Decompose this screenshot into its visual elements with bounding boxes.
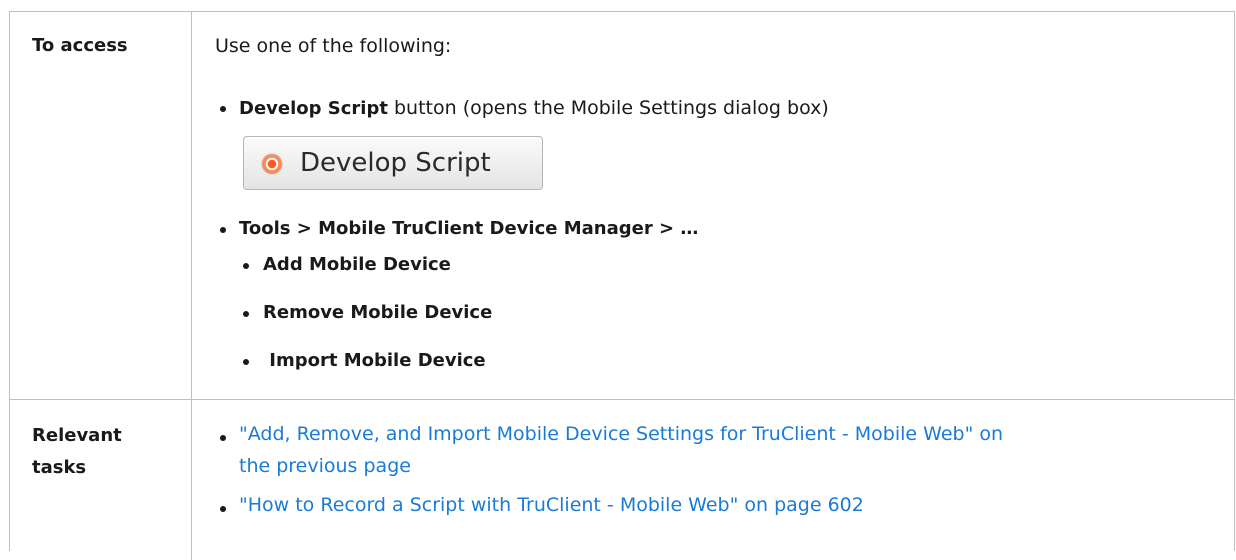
tools-menu-path: Tools > Mobile TruClient Device Manager … — [239, 218, 699, 239]
bullet — [243, 263, 249, 269]
access-intro: Use one of the following: — [215, 35, 452, 57]
subitem-remove-mobile-device: Remove Mobile Device — [263, 302, 493, 323]
header-to-access: To access — [32, 35, 128, 56]
row-relevant-tasks: Relevant tasks "Add, Remove, and Import … — [10, 400, 1234, 560]
bullet — [220, 435, 226, 441]
link-how-to-record[interactable]: "How to Record a Script with TruClient -… — [239, 492, 864, 518]
info-table: To access Use one of the following: Deve… — [9, 11, 1235, 560]
develop-script-item: Develop Script button (opens the Mobile … — [239, 95, 829, 122]
header-cell-relevant: Relevant tasks — [10, 400, 192, 560]
develop-script-bold: Develop Script — [239, 98, 388, 119]
bullet — [220, 506, 226, 512]
bullet — [243, 359, 249, 365]
bullet — [220, 106, 226, 112]
link-add-remove-import-cont[interactable]: the previous page — [239, 453, 411, 479]
subitem-add-mobile-device: Add Mobile Device — [263, 254, 451, 275]
develop-script-desc: button (opens the Mobile Settings dialog… — [387, 97, 829, 119]
header-relevant: Relevant — [32, 425, 122, 446]
subitem-import-mobile-device: Import Mobile Device — [263, 350, 486, 371]
bullet — [243, 311, 249, 317]
relevant-content: "Add, Remove, and Import Mobile Device S… — [193, 400, 1234, 560]
develop-script-button-label: Develop Script — [300, 148, 491, 178]
header-tasks: tasks — [32, 457, 87, 478]
bullet — [220, 227, 226, 233]
link-add-remove-import[interactable]: "Add, Remove, and Import Mobile Device S… — [239, 421, 1003, 447]
header-cell-access: To access — [10, 12, 192, 399]
row-to-access: To access Use one of the following: Deve… — [10, 12, 1234, 400]
record-icon — [262, 154, 282, 174]
develop-script-button[interactable]: Develop Script — [243, 136, 543, 190]
access-content: Use one of the following: Develop Script… — [193, 12, 1234, 399]
